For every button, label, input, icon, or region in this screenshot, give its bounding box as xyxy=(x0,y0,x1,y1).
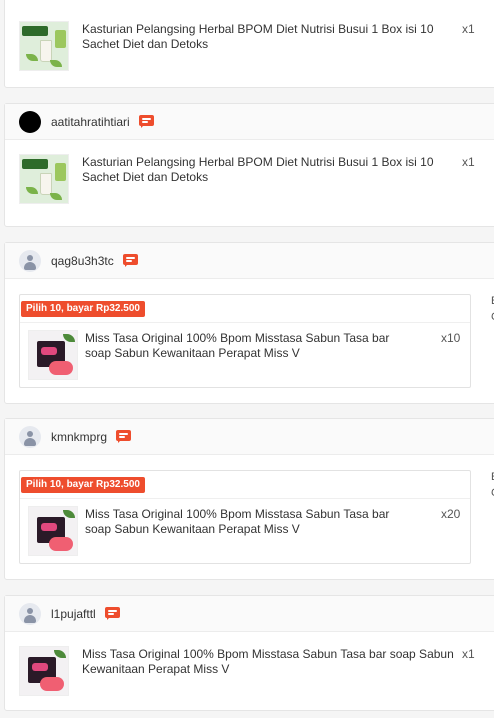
buyer-header: l1pujafttl xyxy=(5,596,494,632)
product-thumbnail[interactable] xyxy=(19,154,69,204)
bundle-header: Pilih 10, bayar Rp32.500 xyxy=(20,295,470,323)
chat-icon[interactable] xyxy=(138,114,155,129)
product-name[interactable]: Kasturian Pelangsing Herbal BPOM Diet Nu… xyxy=(82,22,462,52)
product-quantity: x20 xyxy=(441,507,461,521)
order-item[interactable]: Miss Tasa Original 100% Bpom Misstasa Sa… xyxy=(28,330,470,382)
bundle-deal-group: Pilih 10, bayar Rp32.500 Miss Tasa Origi… xyxy=(19,294,471,388)
bundle-deal-badge: Pilih 10, bayar Rp32.500 xyxy=(21,301,145,317)
buyer-header: aatitahratihtiari xyxy=(5,104,494,140)
product-name[interactable]: Miss Tasa Original 100% Bpom Misstasa Sa… xyxy=(85,331,415,361)
order-card: aatitahratihtiari Kasturian Pelangsing H… xyxy=(4,103,494,227)
order-card: qag8u3h3tc Pilih 10, bayar Rp32.500 Miss… xyxy=(4,242,494,404)
chat-icon[interactable] xyxy=(104,606,121,621)
avatar[interactable] xyxy=(19,425,41,448)
bundle-deal-badge: Pilih 10, bayar Rp32.500 xyxy=(21,477,145,493)
order-card: kmnkmprg Pilih 10, bayar Rp32.500 Miss T… xyxy=(4,418,494,580)
product-thumbnail[interactable] xyxy=(28,506,78,556)
order-item[interactable]: Kasturian Pelangsing Herbal BPOM Diet Nu… xyxy=(19,21,494,73)
buyer-username[interactable]: kmnkmprg xyxy=(51,430,107,444)
product-quantity: x1 xyxy=(462,22,475,36)
avatar[interactable] xyxy=(19,249,41,272)
order-card: l1pujafttl Miss Tasa Original 100% Bpom … xyxy=(4,595,494,711)
bundle-deal-group: Pilih 10, bayar Rp32.500 Miss Tasa Origi… xyxy=(19,470,471,564)
order-card: Kasturian Pelangsing Herbal BPOM Diet Nu… xyxy=(4,0,494,88)
chat-icon[interactable] xyxy=(116,429,132,444)
product-thumbnail[interactable] xyxy=(19,21,69,71)
product-quantity: x1 xyxy=(462,647,475,661)
order-item[interactable]: Miss Tasa Original 100% Bpom Misstasa Sa… xyxy=(28,506,470,558)
bundle-header: Pilih 10, bayar Rp32.500 xyxy=(20,471,470,499)
product-name[interactable]: Miss Tasa Original 100% Bpom Misstasa Sa… xyxy=(85,507,415,537)
chat-icon[interactable] xyxy=(122,253,139,268)
order-item[interactable]: Kasturian Pelangsing Herbal BPOM Diet Nu… xyxy=(19,154,494,206)
buyer-username[interactable]: qag8u3h3tc xyxy=(51,254,114,268)
avatar[interactable] xyxy=(19,110,41,133)
buyer-username[interactable]: l1pujafttl xyxy=(51,607,96,621)
avatar[interactable] xyxy=(19,602,41,625)
buyer-header: qag8u3h3tc xyxy=(5,243,494,279)
product-thumbnail[interactable] xyxy=(19,646,69,696)
product-quantity: x1 xyxy=(462,155,475,169)
product-name[interactable]: Miss Tasa Original 100% Bpom Misstasa Sa… xyxy=(82,647,462,677)
product-thumbnail[interactable] xyxy=(28,330,78,380)
buyer-username[interactable]: aatitahratihtiari xyxy=(51,115,130,129)
product-name[interactable]: Kasturian Pelangsing Herbal BPOM Diet Nu… xyxy=(82,155,462,185)
order-item[interactable]: Miss Tasa Original 100% Bpom Misstasa Sa… xyxy=(19,646,494,698)
product-quantity: x10 xyxy=(441,331,461,345)
buyer-header: kmnkmprg xyxy=(5,419,494,455)
